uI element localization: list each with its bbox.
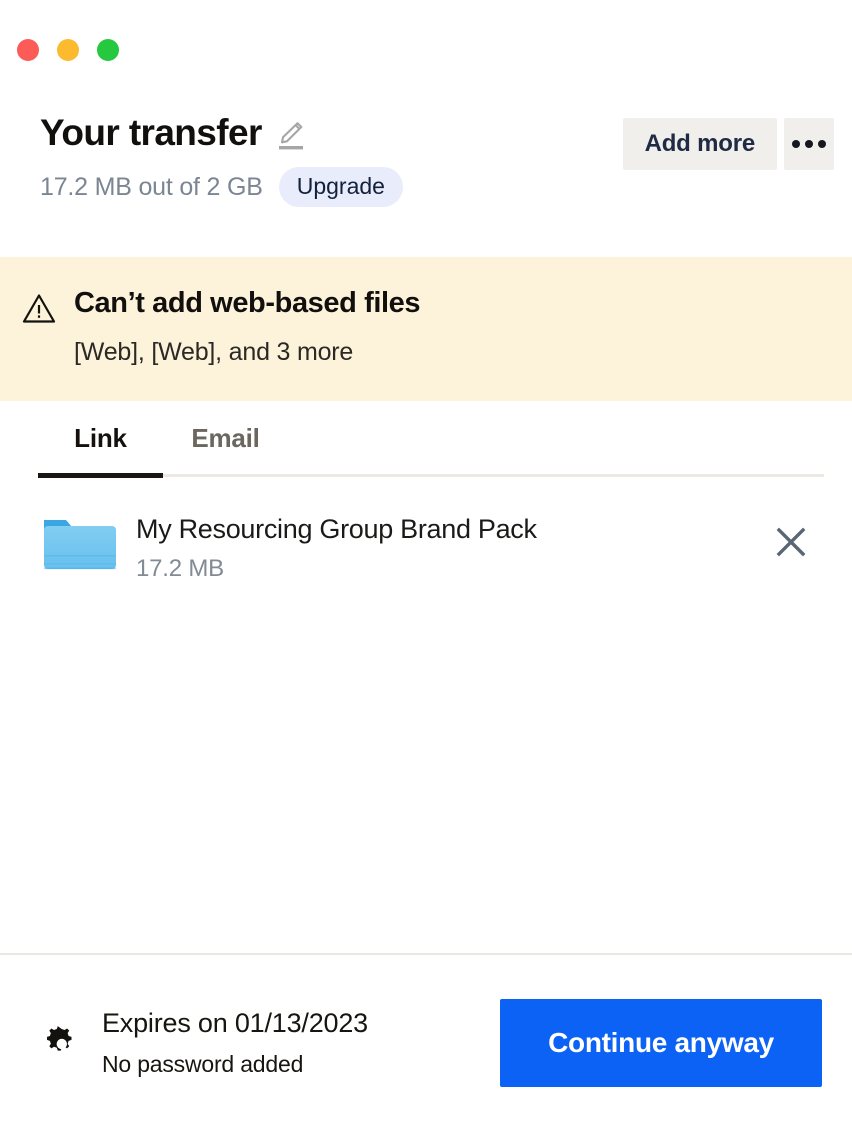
titlebar <box>0 0 852 100</box>
banner-title: Can’t add web-based files <box>74 287 420 320</box>
header-actions: Add more <box>623 100 834 170</box>
close-icon[interactable] <box>768 519 814 565</box>
ellipsis-icon <box>792 140 800 148</box>
continue-anyway-button[interactable]: Continue anyway <box>500 999 822 1087</box>
window-minimize-button[interactable] <box>57 39 79 61</box>
quota-line: 17.2 MB out of 2 GB Upgrade <box>40 167 403 207</box>
window-close-button[interactable] <box>17 39 39 61</box>
transfer-window: Your transfer 17.2 MB out of 2 GB Upgrad… <box>0 0 852 1130</box>
file-info: My Resourcing Group Brand Pack 17.2 MB <box>136 509 768 582</box>
footer: Expires on 01/13/2023 No password added … <box>0 955 852 1130</box>
file-name: My Resourcing Group Brand Pack <box>136 513 768 545</box>
title-block: Your transfer 17.2 MB out of 2 GB Upgrad… <box>40 100 403 207</box>
tab-email[interactable]: Email <box>163 401 288 474</box>
pencil-icon[interactable] <box>276 120 306 152</box>
header-row: Your transfer 17.2 MB out of 2 GB Upgrad… <box>40 100 834 207</box>
page-title: Your transfer <box>40 114 262 153</box>
file-list: My Resourcing Group Brand Pack 17.2 MB <box>0 477 852 953</box>
password-status-text: No password added <box>102 1051 500 1079</box>
add-more-button[interactable]: Add more <box>623 118 777 170</box>
tab-list: Link Email <box>38 401 824 474</box>
upgrade-badge[interactable]: Upgrade <box>279 167 403 207</box>
traffic-lights <box>17 39 119 61</box>
expiry-text: Expires on 01/13/2023 <box>102 1007 500 1039</box>
header: Your transfer 17.2 MB out of 2 GB Upgrad… <box>0 100 852 257</box>
banner-text: Can’t add web-based files [Web], [Web], … <box>74 287 420 367</box>
tab-link[interactable]: Link <box>38 401 163 474</box>
window-maximize-button[interactable] <box>97 39 119 61</box>
tab-rule <box>38 474 824 477</box>
title-line: Your transfer <box>40 114 403 153</box>
more-options-button[interactable] <box>784 118 834 170</box>
folder-icon <box>40 509 118 575</box>
file-size: 17.2 MB <box>136 555 768 583</box>
warning-triangle-icon <box>22 292 56 326</box>
tabs-section: Link Email <box>0 401 852 477</box>
file-list-item[interactable]: My Resourcing Group Brand Pack 17.2 MB <box>40 505 822 586</box>
tab-active-indicator <box>38 473 163 478</box>
expiry-block: Expires on 01/13/2023 No password added <box>102 1007 500 1079</box>
gear-icon[interactable] <box>40 1021 84 1065</box>
banner-subtitle: [Web], [Web], and 3 more <box>74 337 420 367</box>
warning-banner: Can’t add web-based files [Web], [Web], … <box>0 257 852 401</box>
quota-text: 17.2 MB out of 2 GB <box>40 173 263 202</box>
